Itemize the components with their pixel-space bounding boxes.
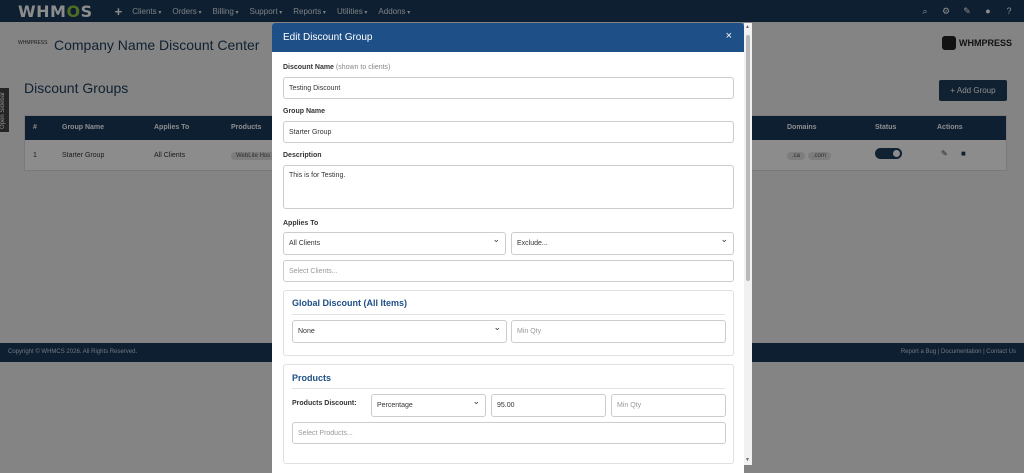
global-discount-type-select[interactable]: None xyxy=(292,320,507,343)
products-divider xyxy=(292,388,725,389)
close-icon[interactable]: × xyxy=(726,30,732,42)
products-title: Products xyxy=(292,373,332,383)
group-name-input[interactable]: Starter Group xyxy=(283,121,734,143)
global-discount-divider xyxy=(292,314,725,315)
products-discount-label: Products Discount: xyxy=(292,400,357,407)
scroll-up-arrow-icon[interactable]: ▲ xyxy=(745,24,750,30)
applies-to-select[interactable]: All Clients xyxy=(283,232,506,255)
products-min-qty-input[interactable]: Min Qty xyxy=(611,394,726,417)
applies-to-label: Applies To xyxy=(283,220,319,227)
discount-name-input[interactable]: Testing Discount xyxy=(283,77,734,99)
modal-header: Edit Discount Group × xyxy=(272,23,744,52)
modal-title: Edit Discount Group xyxy=(283,32,373,43)
description-textarea[interactable]: This is for Testing. xyxy=(283,165,734,209)
global-min-qty-input[interactable]: Min Qty xyxy=(511,320,726,343)
global-discount-title: Global Discount (All Items) xyxy=(292,298,408,308)
products-panel: Products Products Discount: Percentage 9… xyxy=(283,364,734,464)
products-discount-type-select[interactable]: Percentage xyxy=(371,394,486,417)
global-discount-panel: Global Discount (All Items) None Min Qty xyxy=(283,290,734,356)
select-products-input[interactable]: Select Products... xyxy=(292,422,726,444)
exclude-select[interactable]: Exclude... xyxy=(511,232,734,255)
discount-name-label: Discount Name (shown to clients) xyxy=(283,64,391,71)
scroll-down-arrow-icon[interactable]: ▼ xyxy=(745,457,750,463)
products-discount-amount-input[interactable]: 95.00 xyxy=(491,394,606,417)
edit-discount-group-modal: Edit Discount Group × Discount Name (sho… xyxy=(272,23,744,473)
modal-scrollbar[interactable]: ▲ ▼ xyxy=(744,23,752,465)
select-clients-input[interactable]: Select Clients... xyxy=(283,260,734,282)
scroll-thumb[interactable] xyxy=(746,35,750,281)
description-label: Description xyxy=(283,152,322,159)
group-name-label: Group Name xyxy=(283,108,326,115)
